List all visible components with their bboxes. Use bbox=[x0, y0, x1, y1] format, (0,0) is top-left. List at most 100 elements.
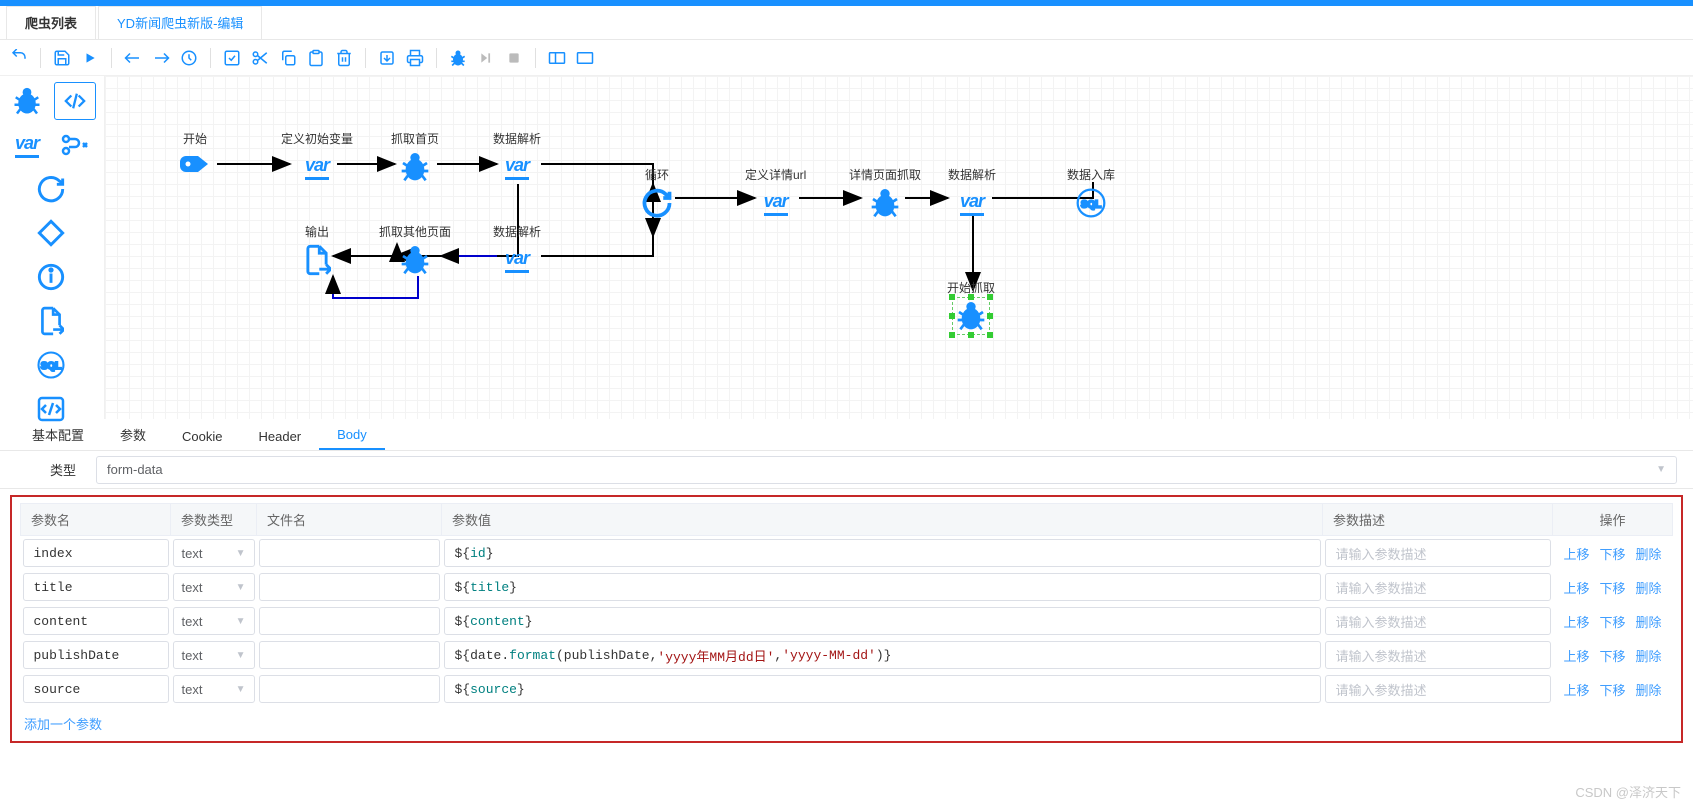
param-name-input[interactable]: publishDate bbox=[23, 641, 169, 669]
param-desc-input[interactable]: 请输入参数描述 bbox=[1325, 539, 1551, 567]
tab-header[interactable]: Header bbox=[241, 423, 320, 450]
node-fetch-home[interactable]: 抓取首页 bbox=[391, 130, 439, 185]
node-parse-2[interactable]: 数据解析var bbox=[493, 223, 541, 278]
chevron-down-icon: ▼ bbox=[236, 582, 246, 593]
param-desc-input[interactable]: 请输入参数描述 bbox=[1325, 607, 1551, 635]
tab-basic[interactable]: 基本配置 bbox=[14, 419, 102, 450]
chevron-down-icon: ▼ bbox=[236, 650, 246, 661]
param-type-select[interactable]: text▼ bbox=[173, 573, 255, 601]
cut-icon[interactable] bbox=[247, 45, 273, 71]
delete-link[interactable]: 删除 bbox=[1636, 646, 1662, 665]
move-up-link[interactable]: 上移 bbox=[1563, 544, 1589, 563]
param-file-input[interactable] bbox=[259, 607, 440, 635]
tab-spider-list[interactable]: 爬虫列表 bbox=[6, 6, 96, 39]
node-start[interactable]: 开始 bbox=[177, 130, 213, 185]
palette-var-icon[interactable]: var bbox=[6, 126, 48, 164]
paste-icon[interactable] bbox=[303, 45, 329, 71]
param-file-input[interactable] bbox=[259, 641, 440, 669]
palette-code-icon[interactable] bbox=[54, 82, 96, 120]
param-type-select[interactable]: text▼ bbox=[173, 675, 255, 703]
move-down-link[interactable]: 下移 bbox=[1599, 680, 1625, 699]
move-up-link[interactable]: 上移 bbox=[1563, 612, 1589, 631]
param-type-select[interactable]: text▼ bbox=[173, 539, 255, 567]
delete-icon[interactable] bbox=[331, 45, 357, 71]
node-start-fetch-selected[interactable]: 开始抓取 bbox=[947, 279, 995, 334]
tab-spider-edit[interactable]: YD新闻爬虫新版-编辑 bbox=[98, 6, 262, 39]
palette-info-icon[interactable] bbox=[6, 258, 96, 296]
select-all-icon[interactable] bbox=[219, 45, 245, 71]
chevron-down-icon: ▼ bbox=[1656, 464, 1666, 475]
history-icon[interactable] bbox=[176, 45, 202, 71]
delete-link[interactable]: 删除 bbox=[1636, 544, 1662, 563]
param-value-input[interactable]: ${id} bbox=[444, 539, 1321, 567]
tab-body[interactable]: Body bbox=[319, 421, 385, 450]
palette-diamond-icon[interactable] bbox=[6, 214, 96, 252]
flow-canvas[interactable]: 开始 定义初始变量var 抓取首页 数据解析var 输出 抓取其他页面 数据解析… bbox=[105, 76, 1693, 419]
config-tabs: 基本配置 参数 Cookie Header Body bbox=[0, 419, 1693, 451]
param-desc-input[interactable]: 请输入参数描述 bbox=[1325, 573, 1551, 601]
save-icon[interactable] bbox=[49, 45, 75, 71]
param-table: 参数名 参数类型 文件名 参数值 参数描述 操作 indextext▼${id}… bbox=[20, 503, 1673, 706]
param-value-input[interactable]: ${content} bbox=[444, 607, 1321, 635]
delete-link[interactable]: 删除 bbox=[1636, 680, 1662, 699]
param-file-input[interactable] bbox=[259, 539, 440, 567]
back-icon[interactable] bbox=[120, 45, 146, 71]
tab-cookie[interactable]: Cookie bbox=[164, 423, 240, 450]
move-up-link[interactable]: 上移 bbox=[1563, 646, 1589, 665]
print-icon[interactable] bbox=[402, 45, 428, 71]
node-fetch-other[interactable]: 抓取其他页面 bbox=[379, 223, 451, 278]
move-down-link[interactable]: 下移 bbox=[1599, 612, 1625, 631]
param-name-input[interactable]: content bbox=[23, 607, 169, 635]
col-ops: 操作 bbox=[1553, 504, 1673, 536]
fullscreen-icon[interactable] bbox=[572, 45, 598, 71]
param-value-input[interactable]: ${title} bbox=[444, 573, 1321, 601]
move-down-link[interactable]: 下移 bbox=[1599, 646, 1625, 665]
node-loop[interactable]: 循环 bbox=[639, 166, 675, 221]
forward-icon[interactable] bbox=[148, 45, 174, 71]
param-type-select[interactable]: text▼ bbox=[173, 607, 255, 635]
move-down-link[interactable]: 下移 bbox=[1599, 578, 1625, 597]
param-value-input[interactable]: ${source} bbox=[444, 675, 1321, 703]
palette-file-out-icon[interactable] bbox=[6, 302, 96, 340]
watermark: CSDN @泽济天下 bbox=[1575, 782, 1681, 801]
param-name-input[interactable]: title bbox=[23, 573, 169, 601]
param-desc-input[interactable]: 请输入参数描述 bbox=[1325, 675, 1551, 703]
move-up-link[interactable]: 上移 bbox=[1563, 578, 1589, 597]
table-row: titletext▼ ${title}请输入参数描述上移下移删除 bbox=[21, 570, 1673, 604]
copy-icon[interactable] bbox=[275, 45, 301, 71]
table-row: contenttext▼ ${content}请输入参数描述上移下移删除 bbox=[21, 604, 1673, 638]
node-init-var[interactable]: 定义初始变量var bbox=[281, 130, 353, 185]
type-label: 类型 bbox=[16, 460, 76, 479]
add-param-link[interactable]: 添加一个参数 bbox=[24, 714, 102, 733]
play-icon[interactable] bbox=[77, 45, 103, 71]
param-name-input[interactable]: source bbox=[23, 675, 169, 703]
undo-icon[interactable] bbox=[6, 45, 32, 71]
param-name-input[interactable]: index bbox=[23, 539, 169, 567]
node-parse-3[interactable]: 数据解析var bbox=[948, 166, 996, 221]
node-store[interactable]: 数据入库SQL bbox=[1067, 166, 1115, 221]
palette-sql-icon[interactable]: SQL bbox=[6, 346, 96, 384]
param-type-select[interactable]: text▼ bbox=[173, 641, 255, 669]
type-select[interactable]: form-data▼ bbox=[96, 456, 1677, 484]
param-value-input[interactable]: ${date.format(publishDate,'yyyy年MM月dd日',… bbox=[444, 641, 1321, 669]
param-file-input[interactable] bbox=[259, 573, 440, 601]
node-detail-url[interactable]: 定义详情urlvar bbox=[745, 166, 806, 221]
table-row: indextext▼ ${id}请输入参数描述上移下移删除 bbox=[21, 536, 1673, 571]
import-icon[interactable] bbox=[374, 45, 400, 71]
delete-link[interactable]: 删除 bbox=[1636, 612, 1662, 631]
palette-loop-icon[interactable] bbox=[6, 170, 96, 208]
tab-params[interactable]: 参数 bbox=[102, 419, 164, 450]
palette-branch-icon[interactable] bbox=[54, 126, 96, 164]
palette-bug-icon[interactable] bbox=[6, 82, 48, 120]
param-file-input[interactable] bbox=[259, 675, 440, 703]
node-parse-1[interactable]: 数据解析var bbox=[493, 130, 541, 185]
layout-toggle-icon[interactable] bbox=[544, 45, 570, 71]
debug-icon[interactable] bbox=[445, 45, 471, 71]
move-up-link[interactable]: 上移 bbox=[1563, 680, 1589, 699]
table-row: publishDatetext▼ ${date.format(publishDat… bbox=[21, 638, 1673, 672]
node-detail-fetch[interactable]: 详情页面抓取 bbox=[849, 166, 921, 221]
move-down-link[interactable]: 下移 bbox=[1599, 544, 1625, 563]
param-desc-input[interactable]: 请输入参数描述 bbox=[1325, 641, 1551, 669]
node-output[interactable]: 输出 bbox=[299, 223, 335, 278]
delete-link[interactable]: 删除 bbox=[1636, 578, 1662, 597]
